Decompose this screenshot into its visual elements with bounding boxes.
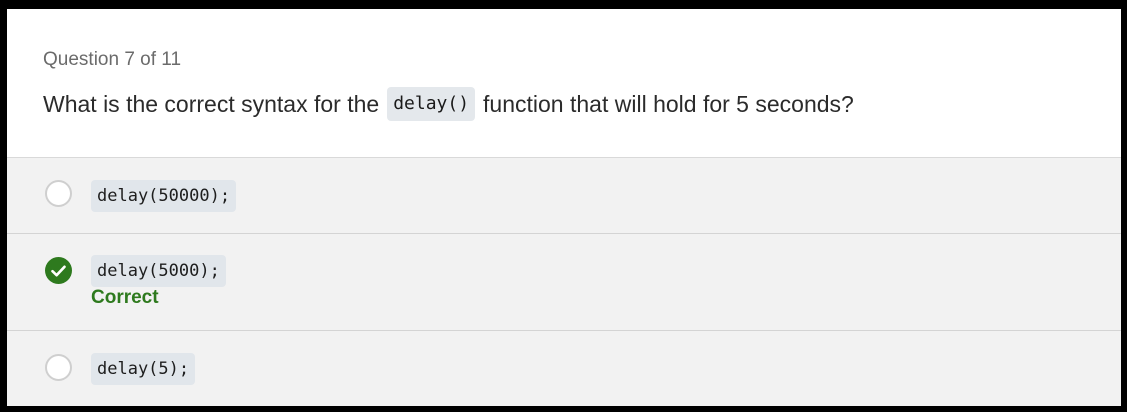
question-text-after: function that will hold for 5 seconds? <box>483 90 854 117</box>
radio-empty-icon[interactable] <box>45 180 72 207</box>
check-icon[interactable] <box>45 257 72 284</box>
question-text-before: What is the correct syntax for the <box>43 90 380 117</box>
answer-option-1[interactable]: delay(50000); <box>7 158 1121 233</box>
quiz-card: Question 7 of 11 What is the correct syn… <box>7 9 1121 406</box>
radio-empty-icon[interactable] <box>45 354 72 381</box>
answer-code: delay(50000); <box>91 180 237 212</box>
answer-option-2[interactable]: delay(5000); Correct <box>7 233 1121 330</box>
correct-feedback: Correct <box>91 287 159 308</box>
checkmark-glyph <box>51 265 66 276</box>
question-code-chip: delay() <box>387 87 476 121</box>
question-header: Question 7 of 11 What is the correct syn… <box>7 9 1121 158</box>
answer-code: delay(5); <box>91 353 196 385</box>
answer-option-3[interactable]: delay(5); <box>7 330 1121 406</box>
question-counter: Question 7 of 11 <box>43 49 182 70</box>
question-prompt: What is the correct syntax for the delay… <box>43 86 854 122</box>
answer-code: delay(5000); <box>91 255 226 287</box>
